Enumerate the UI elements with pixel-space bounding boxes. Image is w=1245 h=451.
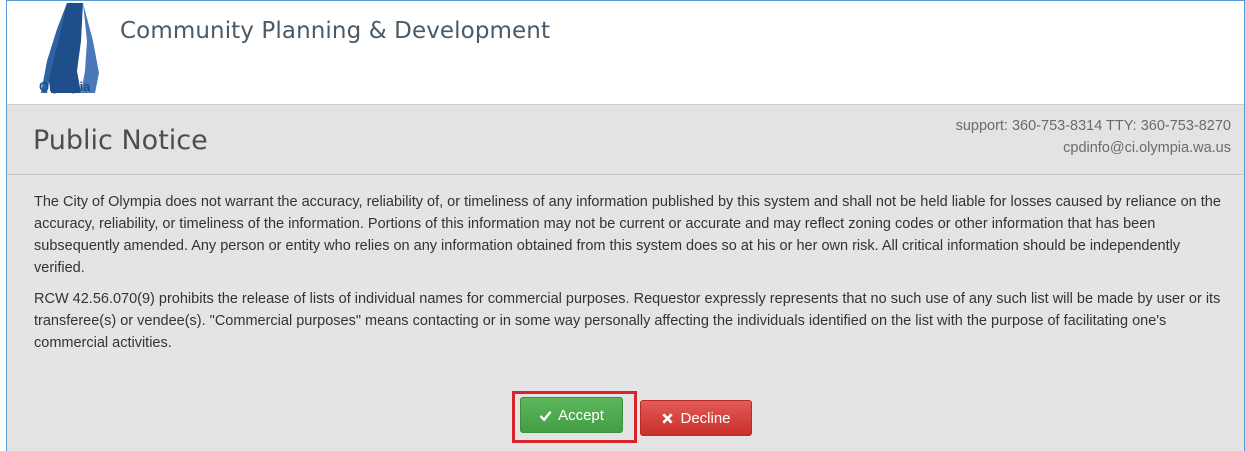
decline-label: Decline	[680, 409, 731, 427]
contact-info: support: 360-753-8314 TTY: 360-753-8270 …	[956, 115, 1231, 159]
check-icon	[539, 410, 552, 421]
rcw-paragraph: RCW 42.56.070(9) prohibits the release o…	[34, 291, 1221, 351]
svg-text:Olympia: Olympia	[39, 79, 91, 94]
support-email[interactable]: cpdinfo@ci.olympia.wa.us	[956, 137, 1231, 159]
disclaimer-paragraph: The City of Olympia does not warrant the…	[34, 194, 1221, 276]
notice-body: The City of Olympia does not warrant the…	[34, 191, 1229, 363]
site-header: Olympia Community Planning & Development	[7, 1, 1244, 103]
notice-actions: Accept Decline	[512, 391, 752, 443]
app-title: Community Planning & Development	[120, 18, 551, 44]
notice-header: Public Notice support: 360-753-8314 TTY:…	[7, 105, 1244, 175]
x-icon	[662, 412, 674, 424]
notice-panel: Public Notice support: 360-753-8314 TTY:…	[7, 104, 1244, 451]
olympia-logo[interactable]: Olympia	[37, 1, 117, 97]
accept-label: Accept	[558, 406, 604, 424]
support-phone: support: 360-753-8314 TTY: 360-753-8270	[955, 118, 1231, 134]
page-title: Public Notice	[33, 125, 208, 156]
accept-button[interactable]: Accept	[520, 397, 623, 433]
decline-button[interactable]: Decline	[640, 400, 752, 436]
